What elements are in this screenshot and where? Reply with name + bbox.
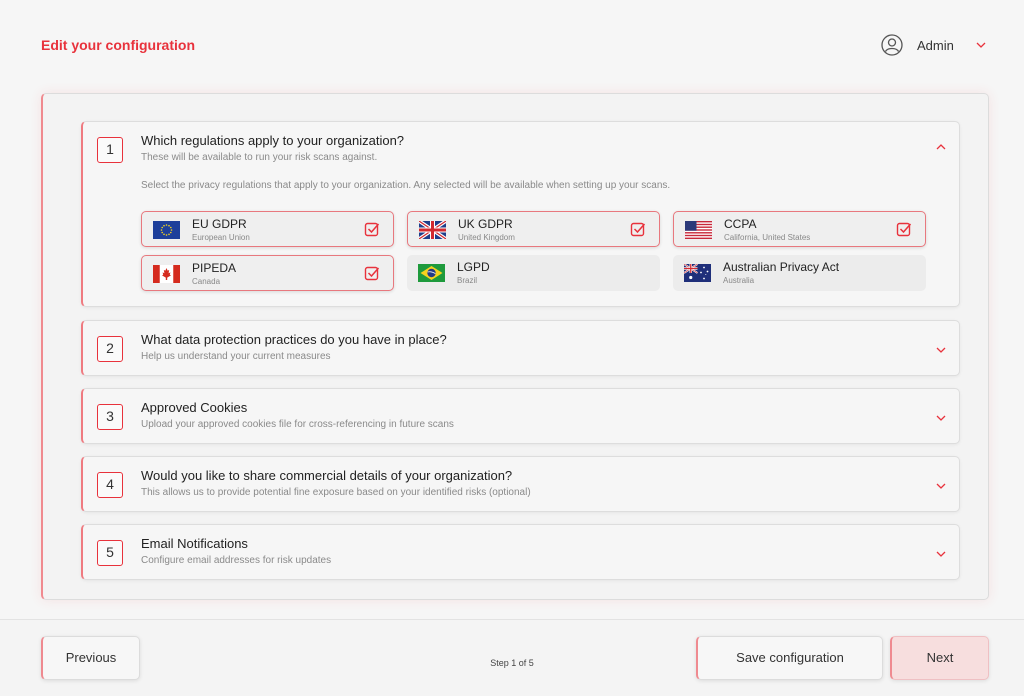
step-number: 5 (97, 540, 123, 566)
regulation-eu-gdpr[interactable]: EU GDPR European Union (141, 211, 394, 247)
regulation-region: California, United States (724, 233, 811, 242)
checkbox-checked-icon[interactable] (364, 265, 380, 281)
eu-flag-icon (153, 221, 180, 239)
footer-bar: Previous Step 1 of 5 Save configuration … (0, 619, 1024, 696)
user-menu[interactable]: Admin (881, 33, 986, 57)
section-commercial-details[interactable]: 4 Would you like to share commercial det… (81, 456, 960, 512)
checkbox-checked-icon[interactable] (364, 221, 380, 237)
regulation-region: Brazil (457, 276, 478, 285)
section-title: Would you like to share commercial detai… (141, 468, 513, 483)
section-subtitle: This allows us to provide potential fine… (141, 487, 531, 498)
user-circle-icon (881, 34, 903, 56)
section-subtitle: Help us understand your current measures (141, 351, 331, 362)
page-title: Edit your configuration (41, 37, 195, 53)
chevron-down-icon[interactable] (936, 345, 946, 355)
regulation-name: UK GDPR (458, 217, 513, 231)
chevron-down-icon[interactable] (936, 481, 946, 491)
user-name: Admin (917, 37, 954, 53)
step-number: 2 (97, 336, 123, 362)
step-number: 1 (97, 137, 123, 163)
section-title: Email Notifications (141, 536, 248, 551)
uk-flag-icon (419, 221, 446, 239)
section-email-notifications[interactable]: 5 Email Notifications Configure email ad… (81, 524, 960, 580)
section-regulations[interactable]: 1 Which regulations apply to your organi… (81, 121, 960, 307)
chevron-down-icon[interactable] (936, 549, 946, 559)
regulation-uk-gdpr[interactable]: UK GDPR United Kingdom (407, 211, 660, 247)
configuration-card: 1 Which regulations apply to your organi… (41, 93, 989, 600)
top-bar: Edit your configuration Admin (0, 0, 1024, 90)
section-approved-cookies[interactable]: 3 Approved Cookies Upload your approved … (81, 388, 960, 444)
regulation-ccpa[interactable]: CCPA California, United States (673, 211, 926, 247)
checkbox-checked-icon[interactable] (896, 221, 912, 237)
regulation-region: United Kingdom (458, 233, 515, 242)
step-number: 4 (97, 472, 123, 498)
regulation-name: PIPEDA (192, 261, 237, 275)
step-number: 3 (97, 404, 123, 430)
section-subtitle: Upload your approved cookies file for cr… (141, 419, 454, 430)
section-title: What data protection practices do you ha… (141, 332, 447, 347)
us-flag-icon (685, 221, 712, 239)
regulation-region: European Union (192, 233, 250, 242)
section-data-protection[interactable]: 2 What data protection practices do you … (81, 320, 960, 376)
regulation-australian-privacy-act[interactable]: Australian Privacy Act Australia (673, 255, 926, 291)
next-button[interactable]: Next (890, 636, 989, 680)
regulation-region: Canada (192, 277, 221, 286)
chevron-up-icon[interactable] (936, 142, 946, 152)
save-configuration-button[interactable]: Save configuration (696, 636, 883, 680)
regulations-intro: Select the privacy regulations that appl… (141, 180, 671, 191)
canada-flag-icon (153, 265, 180, 283)
regulation-name: EU GDPR (192, 217, 247, 231)
australia-flag-icon (684, 264, 711, 282)
section-subtitle: These will be available to run your risk… (141, 152, 378, 163)
section-title: Approved Cookies (141, 400, 248, 415)
brazil-flag-icon (418, 264, 445, 282)
regulation-region: Australia (723, 276, 755, 285)
section-title: Which regulations apply to your organiza… (141, 133, 405, 148)
checkbox-checked-icon[interactable] (630, 221, 646, 237)
regulation-name: LGPD (457, 260, 490, 274)
chevron-down-icon[interactable] (936, 413, 946, 423)
section-subtitle: Configure email addresses for risk updat… (141, 555, 332, 566)
regulation-name: Australian Privacy Act (723, 260, 840, 274)
regulation-pipeda[interactable]: PIPEDA Canada (141, 255, 394, 291)
regulation-name: CCPA (724, 217, 757, 231)
chevron-down-icon[interactable] (976, 40, 986, 50)
regulation-lgpd[interactable]: LGPD Brazil (407, 255, 660, 291)
